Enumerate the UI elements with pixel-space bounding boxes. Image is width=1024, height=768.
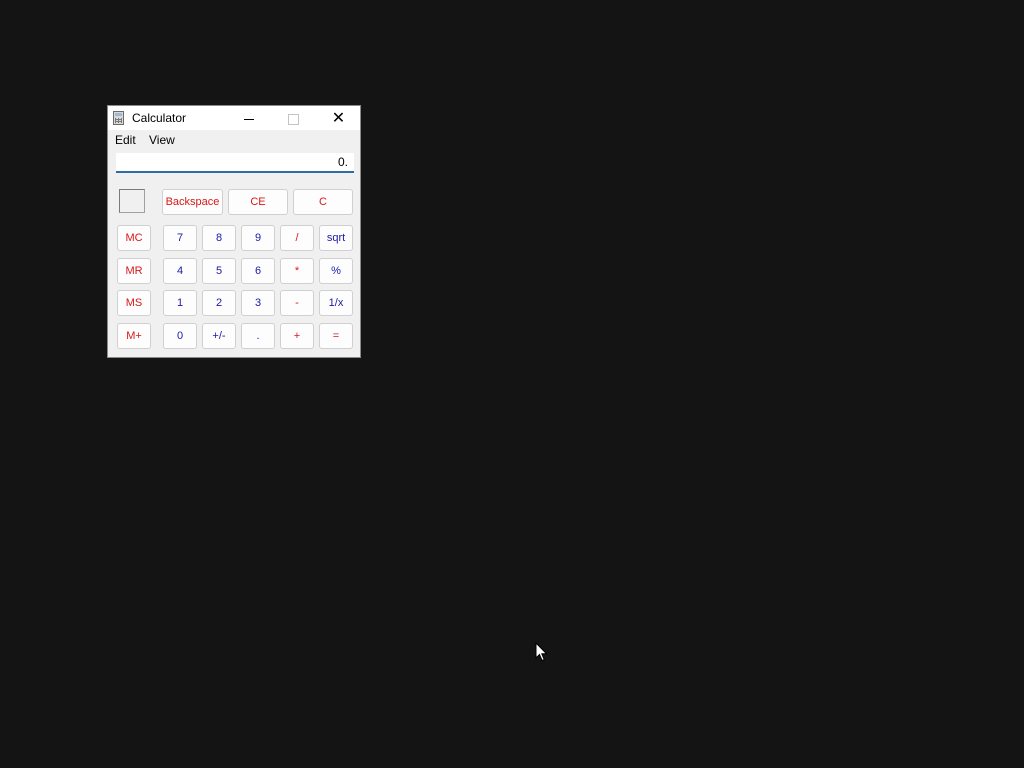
- negate-button[interactable]: +/-: [202, 323, 236, 349]
- equals-button[interactable]: =: [319, 323, 353, 349]
- digit-7-button[interactable]: 7: [163, 225, 197, 251]
- digit-9-button[interactable]: 9: [241, 225, 275, 251]
- calculator-icon: [113, 111, 124, 125]
- decimal-point-button[interactable]: .: [241, 323, 275, 349]
- digit-3-button[interactable]: 3: [241, 290, 275, 316]
- divide-button[interactable]: /: [280, 225, 314, 251]
- memory-clear-button[interactable]: MC: [117, 225, 151, 251]
- sqrt-button[interactable]: sqrt: [319, 225, 353, 251]
- digit-5-button[interactable]: 5: [202, 258, 236, 284]
- window-title: Calculator: [132, 111, 187, 125]
- multiply-button[interactable]: *: [280, 258, 314, 284]
- add-button[interactable]: +: [280, 323, 314, 349]
- mouse-pointer-icon: [535, 642, 548, 662]
- clear-entry-button[interactable]: CE: [228, 189, 288, 215]
- maximize-icon: [288, 113, 299, 125]
- digit-2-button[interactable]: 2: [202, 290, 236, 316]
- subtract-button[interactable]: -: [280, 290, 314, 316]
- digit-8-button[interactable]: 8: [202, 225, 236, 251]
- digit-6-button[interactable]: 6: [241, 258, 275, 284]
- menu-edit[interactable]: Edit: [115, 133, 136, 147]
- close-button[interactable]: ✕: [316, 106, 361, 130]
- maximize-button[interactable]: [271, 106, 316, 130]
- menu-view[interactable]: View: [149, 133, 175, 147]
- menu-bar: Edit View: [108, 130, 360, 150]
- digit-0-button[interactable]: 0: [163, 323, 197, 349]
- digit-1-button[interactable]: 1: [163, 290, 197, 316]
- backspace-button[interactable]: Backspace: [162, 189, 223, 215]
- desktop: Calculator ✕ Edit View 0. Backspace CE C…: [0, 0, 1024, 768]
- minimize-button[interactable]: [226, 106, 271, 130]
- minimize-icon: [243, 118, 254, 120]
- close-icon: ✕: [331, 110, 346, 127]
- calculator-display[interactable]: 0.: [116, 153, 354, 173]
- percent-button[interactable]: %: [319, 258, 353, 284]
- digit-4-button[interactable]: 4: [163, 258, 197, 284]
- memory-recall-button[interactable]: MR: [117, 258, 151, 284]
- title-bar[interactable]: Calculator ✕: [108, 106, 360, 130]
- memory-store-button[interactable]: MS: [117, 290, 151, 316]
- memory-add-button[interactable]: M+: [117, 323, 151, 349]
- memory-indicator: [119, 189, 145, 213]
- reciprocal-button[interactable]: 1/x: [319, 290, 353, 316]
- clear-button[interactable]: C: [293, 189, 353, 215]
- calculator-window: Calculator ✕ Edit View 0. Backspace CE C…: [107, 105, 361, 358]
